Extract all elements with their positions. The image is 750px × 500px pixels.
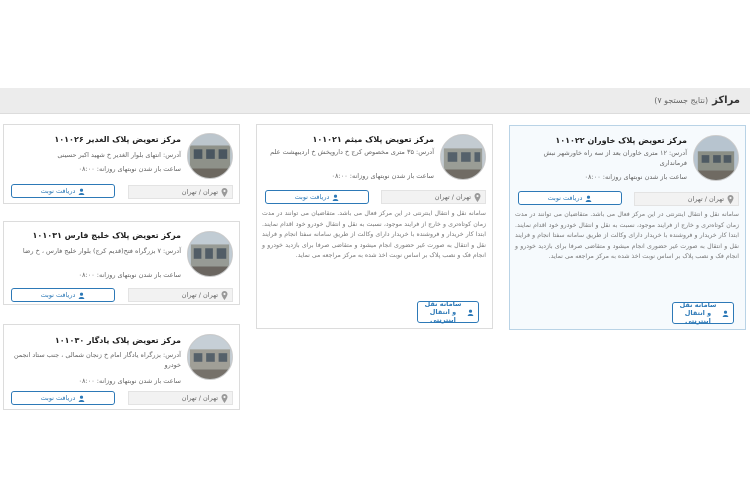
center-address: آدرس: انتهای بلوار الغدیر خ شهید اکبر حس… — [57, 151, 181, 159]
location-pin-icon — [221, 290, 228, 300]
user-icon — [722, 310, 729, 317]
center-address: آدرس: ۱۲ متری خاوران بعد از سه راه خاورش… — [543, 149, 687, 167]
internet-transfer-button[interactable]: سامانه نقل و انتقال اینترنتی — [417, 300, 479, 324]
center-photo — [187, 231, 233, 277]
center-photo — [187, 334, 233, 380]
city-label: تهران / تهران — [181, 291, 218, 299]
location-pin-icon — [474, 192, 481, 202]
results-header: مراکز (نتایج جستجو ۷) — [0, 88, 750, 114]
get-appointment-button[interactable]: دریافت نوبت — [11, 391, 115, 405]
user-icon — [467, 309, 474, 316]
center-title: مرکز تعویض پلاک الغدیر ۱۰۱۰۲۶ — [54, 135, 181, 144]
center-city: تهران / تهران — [128, 288, 233, 302]
location-pin-icon — [221, 393, 228, 403]
user-icon — [79, 395, 85, 402]
city-label: تهران / تهران — [181, 394, 218, 402]
user-icon — [333, 194, 339, 201]
page-title: مراکز — [712, 95, 740, 106]
center-card-alghadir[interactable]: مرکز تعویض پلاک الغدیر ۱۰۱۰۲۶ آدرس: انته… — [3, 124, 240, 204]
center-photo — [693, 135, 739, 181]
city-label: تهران / تهران — [687, 195, 724, 203]
center-title: مرکز تعویض پلاک خاوران ۱۰۱۰۲۲ — [555, 136, 687, 145]
center-city: تهران / تهران — [634, 192, 739, 206]
center-title: مرکز تعویض پلاک یادگار ۱۰۱۰۳۰ — [54, 336, 181, 345]
center-hours: ساعت باز شدن نوبتهای روزانه: ۰۸:۰۰ — [78, 165, 181, 173]
center-card-meysam[interactable]: مرکز تعویض پلاک میثم ۱۰۱۰۲۱ آدرس: ۳۵ متر… — [256, 124, 493, 329]
internet-transfer-button[interactable]: سامانه نقل و انتقال اینترنتی — [672, 301, 734, 325]
location-pin-icon — [221, 187, 228, 197]
center-description: سامانه نقل و انتقال اینترنتی در این مرکز… — [262, 210, 486, 259]
user-icon — [79, 292, 85, 299]
button-label: سامانه نقل و انتقال اینترنتی — [424, 300, 462, 324]
city-label: تهران / تهران — [434, 193, 471, 201]
center-title: مرکز تعویض پلاک خلیج فارس ۱۰۱۰۳۱ — [32, 231, 181, 240]
center-photo — [187, 133, 233, 179]
results-count: (نتایج جستجو ۷) — [654, 96, 709, 105]
button-label: دریافت نوبت — [40, 394, 76, 402]
button-label: دریافت نوبت — [547, 194, 583, 202]
center-hours: ساعت باز شدن نوبتهای روزانه: ۰۸:۰۰ — [78, 271, 181, 279]
get-appointment-button[interactable]: دریافت نوبت — [11, 184, 115, 198]
get-appointment-button[interactable]: دریافت نوبت — [11, 288, 115, 302]
center-hours: ساعت باز شدن نوبتهای روزانه: ۰۸:۰۰ — [78, 377, 181, 385]
get-appointment-button[interactable]: دریافت نوبت — [265, 190, 369, 204]
center-card-khavaran[interactable]: مرکز تعویض پلاک خاوران ۱۰۱۰۲۲ آدرس: ۱۲ م… — [509, 125, 746, 330]
center-address: آدرس: ۳۵ متری مخصوص کرج خ داروپخش خ اردی… — [270, 148, 434, 156]
center-description: سامانه نقل و انتقال اینترنتی در این مرکز… — [515, 211, 739, 260]
location-pin-icon — [727, 194, 734, 204]
center-city: تهران / تهران — [128, 185, 233, 199]
get-appointment-button[interactable]: دریافت نوبت — [518, 191, 622, 205]
button-label: دریافت نوبت — [40, 291, 76, 299]
center-card-khalij-fars[interactable]: مرکز تعویض پلاک خلیج فارس ۱۰۱۰۳۱ آدرس: ۷… — [3, 221, 240, 305]
center-card-yadegar[interactable]: مرکز تعویض پلاک یادگار ۱۰۱۰۳۰ آدرس: بزرگ… — [3, 324, 240, 410]
button-label: دریافت نوبت — [40, 187, 76, 195]
center-address: آدرس: بزرگراه یادگار امام خ زنجان شمالی … — [13, 351, 181, 369]
user-icon — [79, 188, 85, 195]
center-city: تهران / تهران — [381, 190, 486, 204]
center-title: مرکز تعویض پلاک میثم ۱۰۱۰۲۱ — [312, 135, 434, 144]
button-label: دریافت نوبت — [294, 193, 330, 201]
city-label: تهران / تهران — [181, 188, 218, 196]
center-photo — [440, 134, 486, 180]
center-address: آدرس: ۷ بزرگراه فتح(قدیم کرج) بلوار خلیج… — [22, 247, 181, 255]
user-icon — [586, 195, 592, 202]
center-hours: ساعت باز شدن نوبتهای روزانه: ۰۸:۰۰ — [584, 173, 687, 181]
center-city: تهران / تهران — [128, 391, 233, 405]
center-hours: ساعت باز شدن نوبتهای روزانه: ۰۸:۰۰ — [331, 172, 434, 180]
button-label: سامانه نقل و انتقال اینترنتی — [679, 301, 717, 325]
